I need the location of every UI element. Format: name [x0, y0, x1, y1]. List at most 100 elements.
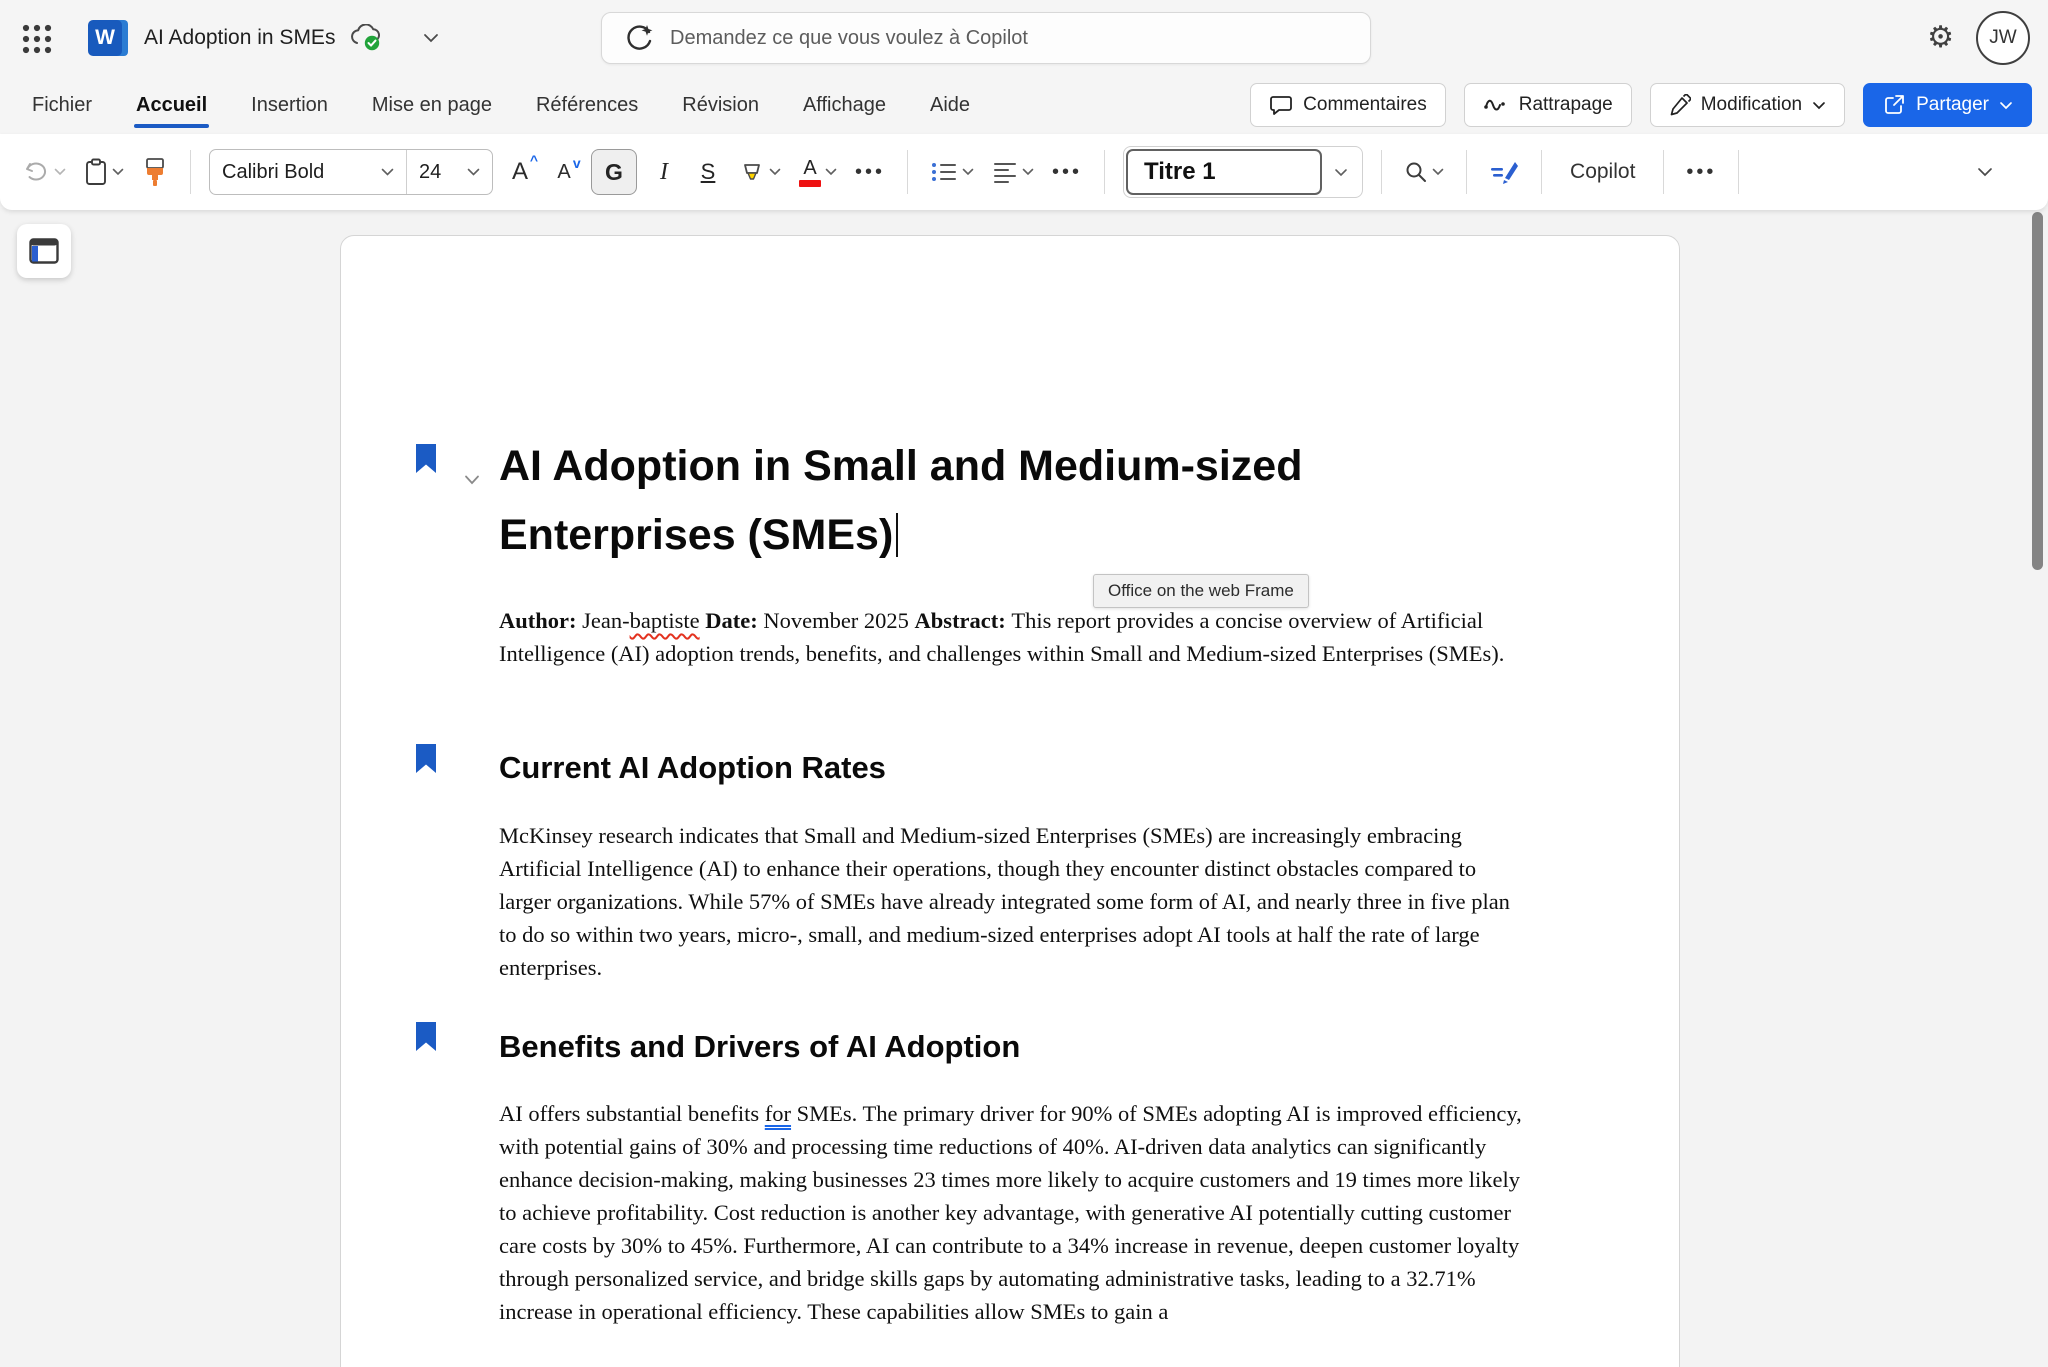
italic-button[interactable]: I [647, 148, 681, 196]
grammar-flagged-word: for [765, 1101, 791, 1126]
waffle-icon [20, 22, 54, 56]
bullet-list-icon [930, 160, 958, 184]
highlighter-icon [739, 159, 765, 185]
clipped-last-line[interactable]: competitive advantage against larger com… [499, 1363, 1529, 1367]
copilot-search-input[interactable]: Demandez ce que vous voulez à Copilot [601, 12, 1371, 64]
align-text-icon [992, 160, 1018, 184]
grow-font-button[interactable]: A^ [503, 148, 537, 196]
section-heading-adoption-rates[interactable]: Current AI Adoption Rates [499, 750, 886, 786]
save-status-icon[interactable] [349, 24, 383, 52]
tab-fichier[interactable]: Fichier [32, 76, 92, 134]
tab-insertion[interactable]: Insertion [251, 76, 328, 134]
search-icon [1404, 160, 1428, 184]
account-avatar[interactable]: JW [1976, 11, 2030, 65]
tab-references[interactable]: Références [536, 76, 638, 134]
section-body-benefits[interactable]: AI offers substantial benefits for SMEs.… [499, 1097, 1529, 1363]
heading-collapse-chevron-icon[interactable] [463, 474, 481, 486]
copilot-placeholder: Demandez ce que vous voulez à Copilot [670, 27, 1028, 50]
heading-bookmark-icon[interactable] [416, 1022, 436, 1051]
chevron-down-icon [54, 168, 66, 176]
more-font-options-button[interactable]: ••• [851, 148, 889, 196]
word-app-icon[interactable]: W [88, 17, 130, 59]
chevron-down-icon [1022, 168, 1034, 176]
document-meta-paragraph[interactable]: Author: Jean-baptiste Date: November 202… [499, 604, 1525, 670]
bullet-list-button[interactable] [926, 148, 978, 196]
highlight-button[interactable] [735, 148, 785, 196]
chevron-down-icon [1812, 101, 1826, 110]
vertical-scrollbar-thumb[interactable] [2032, 212, 2043, 570]
tab-accueil[interactable]: Accueil [136, 76, 207, 134]
ribbon-menu-bar: Fichier Accueil Insertion Mise en page R… [0, 76, 2048, 134]
font-controls: Calibri Bold 24 [209, 149, 493, 195]
menu-actions: Commentaires Rattrapage Modification Par… [1250, 83, 2048, 127]
comments-button[interactable]: Commentaires [1250, 83, 1446, 127]
title-chevron-down-icon[interactable] [423, 33, 439, 43]
document-canvas: AI Adoption in Small and Medium-sized En… [0, 208, 2048, 1367]
clipboard-icon [84, 158, 108, 186]
editor-pen-icon [1489, 158, 1519, 186]
frame-tooltip: Office on the web Frame [1093, 574, 1309, 608]
undo-icon [24, 160, 50, 184]
tab-aide[interactable]: Aide [930, 76, 970, 134]
grow-font-icon: A^ [512, 158, 528, 186]
chevron-down-icon [467, 168, 480, 177]
toolbar-divider [907, 150, 908, 194]
chevron-down-icon [112, 168, 124, 176]
shrink-font-button[interactable]: Av [547, 148, 581, 196]
toolbar-divider [1663, 150, 1664, 194]
format-painter-button[interactable] [138, 148, 172, 196]
copilot-icon [624, 23, 654, 53]
styles-dropdown-button[interactable] [1322, 168, 1360, 177]
toolbar-divider [1381, 150, 1382, 194]
paste-button[interactable] [80, 148, 128, 196]
chevron-down-icon [962, 168, 974, 176]
font-size-select[interactable]: 24 [406, 150, 492, 194]
tab-mise-en-page[interactable]: Mise en page [372, 76, 492, 134]
heading-bookmark-icon[interactable] [416, 744, 436, 773]
section-body-adoption-rates[interactable]: McKinsey research indicates that Small a… [499, 819, 1529, 991]
toolbar-divider [1541, 150, 1542, 194]
toolbar-divider [1466, 150, 1467, 194]
chevron-down-icon [825, 168, 837, 176]
undo-button[interactable] [20, 148, 70, 196]
editor-button[interactable] [1485, 148, 1523, 196]
section-heading-benefits[interactable]: Benefits and Drivers of AI Adoption [499, 1029, 1020, 1065]
tab-revision[interactable]: Révision [682, 76, 759, 134]
chevron-down-icon [1977, 167, 1993, 177]
copilot-toolbar-button[interactable]: Copilot [1560, 160, 1645, 184]
document-identity: W AI Adoption in SMEs [88, 14, 439, 62]
find-button[interactable] [1400, 148, 1448, 196]
formatting-toolbar: Calibri Bold 24 A^ Av G I S A ••• [0, 134, 2048, 210]
catchup-wave-icon [1483, 95, 1509, 115]
chevron-down-icon [381, 168, 394, 177]
editing-mode-button[interactable]: Modification [1650, 83, 1845, 127]
share-button[interactable]: Partager [1863, 83, 2032, 127]
font-name-select[interactable]: Calibri Bold [210, 150, 406, 194]
tab-affichage[interactable]: Affichage [803, 76, 886, 134]
catchup-button[interactable]: Rattrapage [1464, 83, 1632, 127]
document-title[interactable]: AI Adoption in SMEs [144, 26, 335, 50]
more-paragraph-options-button[interactable]: ••• [1048, 148, 1086, 196]
bold-button[interactable]: G [591, 149, 637, 195]
app-launcher-icon[interactable] [18, 20, 56, 58]
heading-bookmark-icon[interactable] [416, 444, 436, 473]
text-cursor [896, 513, 898, 557]
toolbar-overflow-button[interactable]: ••• [1682, 148, 1720, 196]
alignment-button[interactable] [988, 148, 1038, 196]
navigation-pane-icon [29, 238, 59, 264]
active-tab-underline [134, 124, 209, 128]
font-color-icon: A [799, 158, 821, 187]
share-icon [1882, 93, 1906, 117]
document-page[interactable]: AI Adoption in Small and Medium-sized En… [340, 235, 1680, 1367]
navigation-pane-button[interactable] [17, 224, 71, 278]
style-name-box[interactable]: Titre 1 [1126, 149, 1322, 195]
settings-gear-icon[interactable]: ⚙ [1927, 23, 1954, 53]
chevron-down-icon [1432, 168, 1444, 176]
chevron-down-icon [1999, 101, 2013, 110]
document-heading-1[interactable]: AI Adoption in Small and Medium-sized En… [499, 432, 1409, 570]
format-painter-icon [143, 157, 167, 187]
underline-button[interactable]: S [691, 148, 725, 196]
collapse-ribbon-button[interactable] [1968, 148, 2002, 196]
font-color-button[interactable]: A [795, 148, 841, 196]
toolbar-divider [1104, 150, 1105, 194]
